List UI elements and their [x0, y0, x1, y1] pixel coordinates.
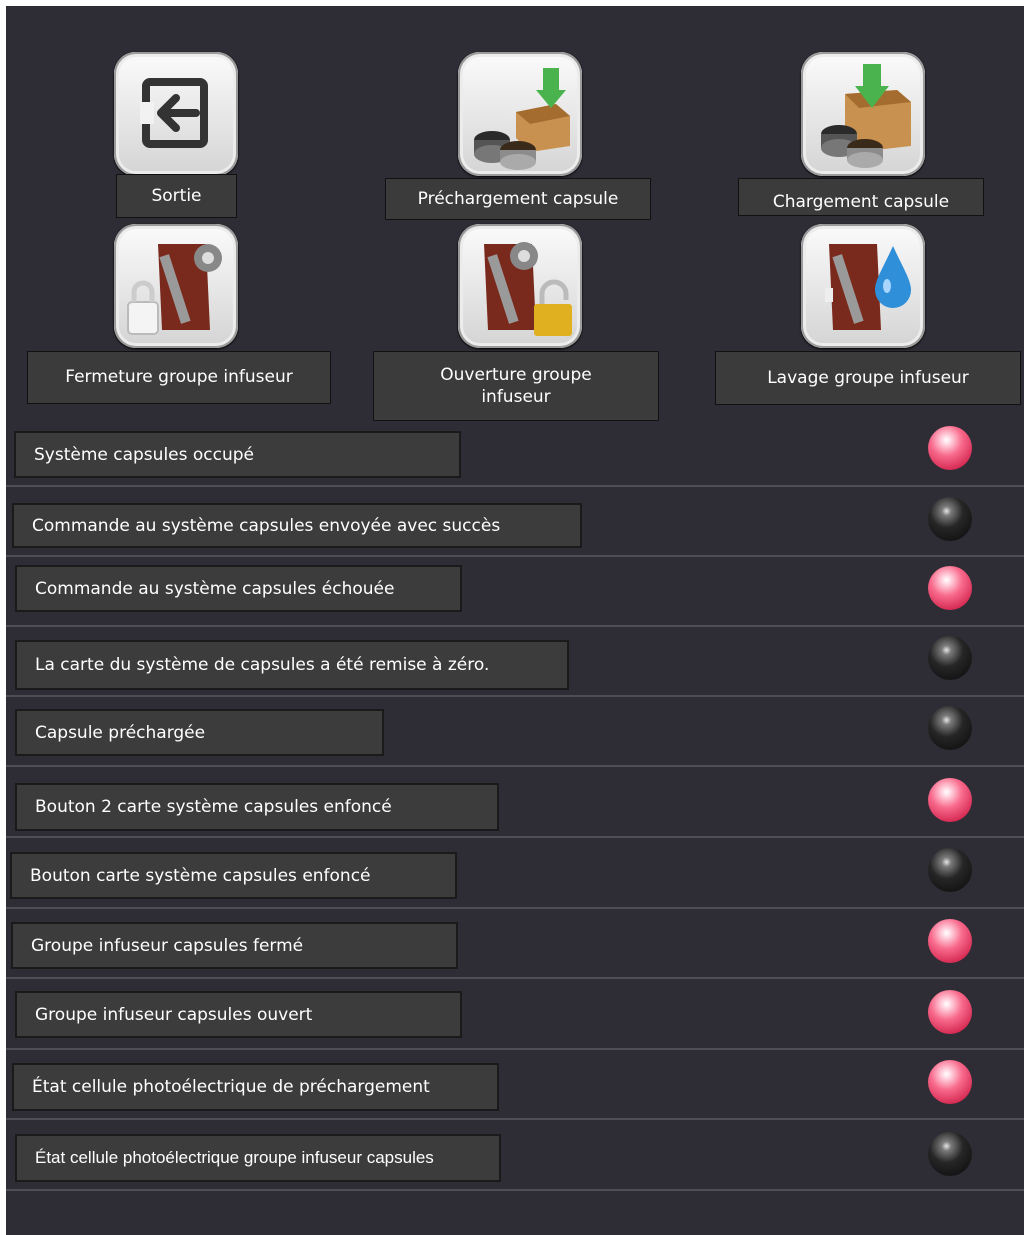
status-led: [928, 778, 972, 822]
brewer-close-button[interactable]: [114, 224, 238, 348]
status-row-label: Groupe infuseur capsules ouvert: [15, 991, 462, 1038]
status-row-label: La carte du système de capsules a été re…: [15, 640, 569, 690]
brewer-open-label[interactable]: Ouverture groupe infuseur: [373, 351, 659, 421]
exit-button[interactable]: [114, 52, 238, 176]
brewer-close-label[interactable]: Fermeture groupe infuseur: [27, 351, 331, 404]
load-capsule-label[interactable]: Chargement capsule: [738, 178, 984, 216]
status-row-label: Bouton 2 carte système capsules enfoncé: [15, 783, 499, 831]
row-divider: [6, 625, 1024, 627]
row-divider: [6, 907, 1024, 909]
status-led: [928, 706, 972, 750]
status-led: [928, 1060, 972, 1104]
exit-icon: [140, 78, 208, 148]
status-led: [928, 636, 972, 680]
brewer-open-icon: [484, 242, 572, 336]
status-led: [928, 848, 972, 892]
status-row-label: État cellule photoélectrique groupe infu…: [15, 1134, 501, 1182]
row-divider: [6, 485, 1024, 487]
row-divider: [6, 1048, 1024, 1050]
row-divider: [6, 555, 1024, 557]
status-row-label: Commande au système capsules échouée: [15, 565, 462, 612]
row-divider: [6, 1189, 1024, 1191]
status-row-label: Bouton carte système capsules enfoncé: [10, 852, 457, 899]
preload-capsule-button[interactable]: [458, 52, 582, 176]
status-row-label: Groupe infuseur capsules fermé: [11, 922, 458, 969]
status-row-label: Système capsules occupé: [14, 431, 461, 478]
capsule-preload-icon: [474, 68, 570, 170]
status-led: [928, 1132, 972, 1176]
row-divider: [6, 765, 1024, 767]
brewer-close-icon: [127, 244, 222, 335]
status-led: [928, 566, 972, 610]
brewer-wash-button[interactable]: [801, 224, 925, 348]
capsule-system-panel: Sortie Préchargement capsule Chargement …: [6, 6, 1024, 1235]
brewer-wash-label[interactable]: Lavage groupe infuseur: [715, 351, 1021, 405]
status-row-label: Commande au système capsules envoyée ave…: [12, 503, 582, 548]
preload-capsule-label[interactable]: Préchargement capsule: [385, 178, 651, 220]
brewer-open-button[interactable]: [458, 224, 582, 348]
brewer-wash-icon: [825, 244, 911, 330]
exit-label[interactable]: Sortie: [116, 174, 237, 218]
row-divider: [6, 1118, 1024, 1120]
status-led: [928, 426, 972, 470]
status-led: [928, 497, 972, 541]
capsule-load-icon: [821, 64, 911, 168]
row-divider: [6, 977, 1024, 979]
row-divider: [6, 836, 1024, 838]
row-divider: [6, 695, 1024, 697]
load-capsule-button[interactable]: [801, 52, 925, 176]
status-row-label: Capsule préchargée: [15, 709, 384, 756]
status-led: [928, 990, 972, 1034]
status-row-label: État cellule photoélectrique de précharg…: [12, 1063, 499, 1111]
status-led: [928, 919, 972, 963]
